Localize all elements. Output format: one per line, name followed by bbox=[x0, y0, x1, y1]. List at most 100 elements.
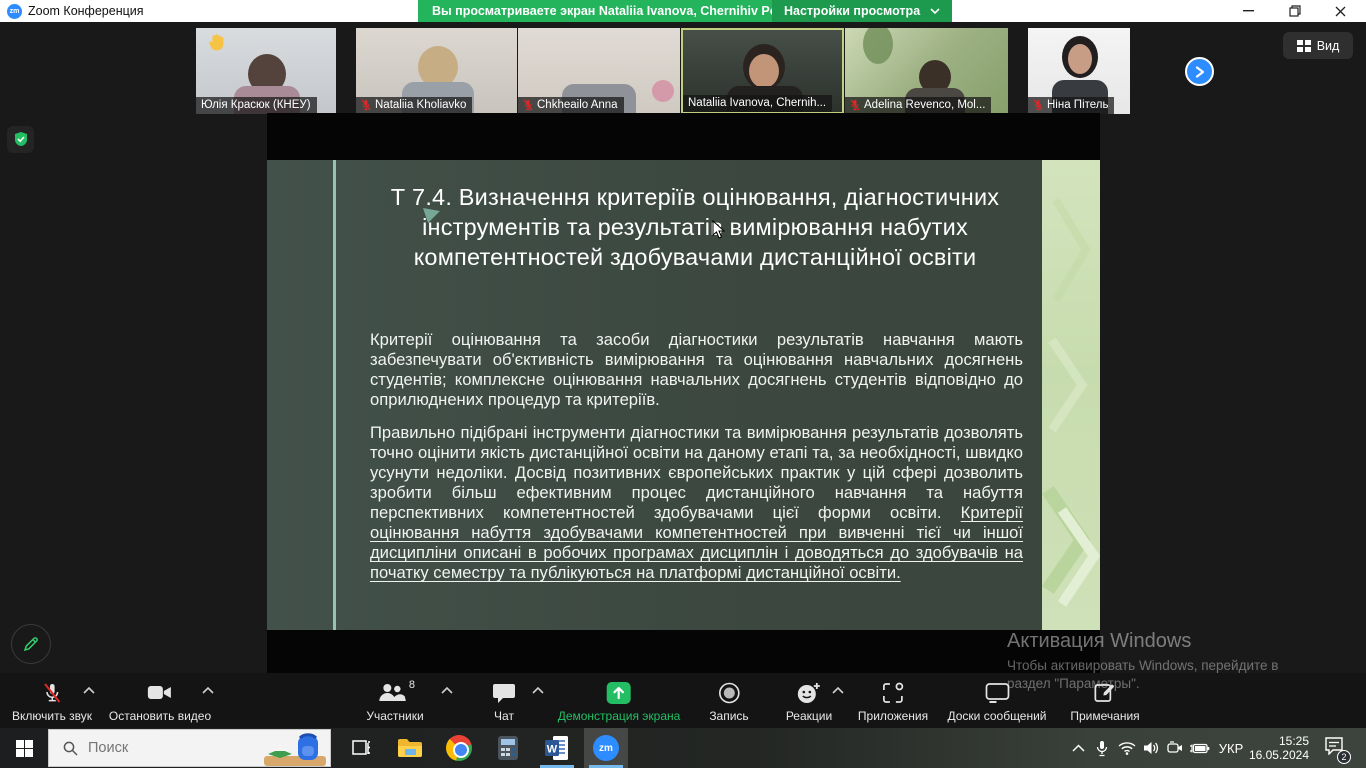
zoom-taskbar-button[interactable]: zm bbox=[584, 728, 628, 768]
search-input[interactable] bbox=[88, 740, 238, 756]
notes-button[interactable]: Примечания bbox=[1070, 679, 1139, 723]
stop-video-button[interactable]: Остановить видео bbox=[109, 679, 211, 723]
file-explorer-button[interactable] bbox=[388, 728, 432, 768]
tray-wifi[interactable] bbox=[1115, 728, 1139, 768]
chevron-down-icon bbox=[930, 8, 940, 14]
video-thumbnail-adelina-revenco[interactable]: Adelina Revenco, Mol... bbox=[845, 28, 1008, 114]
battery-charging-icon bbox=[1188, 742, 1210, 755]
chrome-icon bbox=[446, 735, 472, 761]
grid-icon bbox=[1297, 40, 1311, 52]
tray-time: 15:25 bbox=[1279, 734, 1309, 748]
meeting-area: Юлія Красюк (КНЕУ) Nataliia Kholiavko Ch… bbox=[0, 22, 1366, 673]
view-options-button[interactable]: Настройки просмотра bbox=[772, 0, 952, 22]
slide-title: Т 7.4. Визначення критеріїв оцінювання, … bbox=[367, 182, 1023, 272]
pencil-icon bbox=[22, 635, 40, 653]
mouse-cursor bbox=[712, 220, 725, 239]
whiteboards-button[interactable]: Доски сообщений bbox=[947, 679, 1046, 723]
language-indicator[interactable]: УКР bbox=[1219, 728, 1244, 768]
muted-mic-icon bbox=[1033, 99, 1043, 111]
folder-icon bbox=[397, 737, 423, 759]
windows-taskbar: W zm УКР 15:25 16.05.2024 bbox=[0, 728, 1366, 768]
zoom-icon: zm bbox=[593, 735, 619, 761]
video-thumbnail-chkheailo-anna[interactable]: Chkheailo Anna bbox=[518, 28, 680, 114]
chrome-button[interactable] bbox=[437, 728, 481, 768]
participant-nameplate: Ніна Пітель bbox=[1028, 97, 1114, 114]
participant-nameplate: Nataliia Kholiavko bbox=[356, 97, 472, 114]
tray-volume[interactable] bbox=[1139, 728, 1163, 768]
unmute-button[interactable]: Включить звук bbox=[12, 679, 92, 723]
taskbar-search[interactable] bbox=[48, 729, 331, 767]
video-camera-icon bbox=[147, 679, 173, 707]
apps-button[interactable]: Приложения bbox=[858, 679, 928, 723]
reactions-button[interactable]: Реакции bbox=[786, 679, 832, 723]
chevron-up-icon bbox=[1072, 744, 1085, 752]
share-screen-icon bbox=[606, 679, 632, 707]
tray-show-hidden-icons[interactable] bbox=[1066, 728, 1090, 768]
muted-mic-icon bbox=[361, 99, 371, 111]
screen: zm Zoom Конференция Вы просматриваете эк… bbox=[0, 0, 1366, 768]
view-layout-button[interactable]: Вид bbox=[1283, 32, 1353, 59]
tray-mic-icon bbox=[1096, 740, 1108, 757]
tray-battery[interactable] bbox=[1186, 728, 1212, 768]
whiteboard-icon bbox=[984, 679, 1010, 707]
chevron-right-icon bbox=[1195, 66, 1205, 78]
chat-button[interactable]: Чат bbox=[492, 679, 516, 723]
presentation-slide: Т 7.4. Визначення критеріїв оцінювання, … bbox=[267, 160, 1100, 630]
raised-hand-icon bbox=[206, 32, 228, 59]
participant-nameplate: Юлія Красюк (КНЕУ) bbox=[196, 97, 317, 114]
view-options-label: Настройки просмотра bbox=[784, 4, 920, 18]
speaker-icon bbox=[1143, 741, 1160, 755]
tray-camera-icon bbox=[1167, 741, 1183, 755]
taskbar-clock[interactable]: 15:25 16.05.2024 bbox=[1253, 728, 1309, 768]
slide-side-band bbox=[1042, 160, 1100, 630]
participant-nameplate: Adelina Revenco, Mol... bbox=[845, 97, 991, 114]
participants-icon: 8 bbox=[377, 679, 413, 707]
tray-microphone[interactable] bbox=[1090, 728, 1114, 768]
task-view-button[interactable] bbox=[339, 728, 383, 768]
task-view-icon bbox=[350, 739, 372, 757]
share-screen-button[interactable]: Демонстрация экрана bbox=[558, 679, 681, 723]
apps-icon bbox=[881, 679, 905, 707]
record-icon bbox=[717, 679, 741, 707]
word-button[interactable]: W bbox=[535, 728, 579, 768]
slide-accent-line bbox=[333, 160, 336, 630]
participant-nameplate: Chkheailo Anna bbox=[518, 97, 624, 114]
video-thumbnail-nataliia-ivanova[interactable]: Nataliia Ivanova, Chernih... bbox=[681, 28, 844, 114]
windows-logo-icon bbox=[16, 740, 33, 757]
zoom-app-icon: zm bbox=[7, 4, 22, 19]
muted-microphone-icon bbox=[40, 679, 64, 707]
record-button[interactable]: Запись bbox=[709, 679, 748, 723]
video-thumbnail-nataliia-kholiavko[interactable]: Nataliia Kholiavko bbox=[356, 28, 517, 114]
notification-count-badge: 2 bbox=[1337, 750, 1351, 764]
participants-options-chevron[interactable] bbox=[441, 687, 453, 694]
restore-button[interactable] bbox=[1273, 0, 1317, 22]
svg-text:W: W bbox=[547, 744, 558, 756]
video-options-chevron[interactable] bbox=[202, 687, 214, 694]
tray-date: 16.05.2024 bbox=[1249, 748, 1309, 762]
annotate-pencil-button[interactable] bbox=[11, 624, 51, 664]
participants-button[interactable]: 8 Участники bbox=[366, 679, 423, 723]
video-thumbnail-yuliia-krasiuk[interactable]: Юлія Красюк (КНЕУ) bbox=[196, 28, 336, 114]
tray-camera-in-use[interactable] bbox=[1163, 728, 1187, 768]
notes-icon bbox=[1093, 679, 1117, 707]
calculator-icon bbox=[497, 735, 519, 761]
muted-mic-icon bbox=[850, 99, 860, 111]
chat-options-chevron[interactable] bbox=[532, 687, 544, 694]
close-button[interactable] bbox=[1318, 0, 1362, 22]
audio-options-chevron[interactable] bbox=[83, 687, 95, 694]
video-thumbnail-nina-pitel[interactable]: Ніна Пітель bbox=[1028, 28, 1130, 114]
window-title: Zoom Конференция bbox=[28, 4, 144, 18]
minimize-button[interactable] bbox=[1226, 0, 1270, 22]
calculator-button[interactable] bbox=[486, 728, 530, 768]
muted-mic-icon bbox=[523, 99, 533, 111]
slide-paragraph-1: Критерії оцінювання та засоби діагностик… bbox=[370, 330, 1023, 410]
slide-paragraph-2: Правильно підібрані інструменти діагност… bbox=[370, 423, 1023, 583]
next-participants-button[interactable] bbox=[1185, 57, 1214, 86]
meeting-security-shield-icon[interactable] bbox=[7, 126, 34, 153]
start-button[interactable] bbox=[0, 728, 48, 768]
participants-count: 8 bbox=[409, 679, 415, 691]
word-icon: W bbox=[544, 735, 570, 761]
participant-nameplate: Nataliia Ivanova, Chernih... bbox=[683, 95, 832, 112]
reactions-options-chevron[interactable] bbox=[832, 687, 844, 694]
action-center-button[interactable]: 2 bbox=[1319, 728, 1349, 768]
